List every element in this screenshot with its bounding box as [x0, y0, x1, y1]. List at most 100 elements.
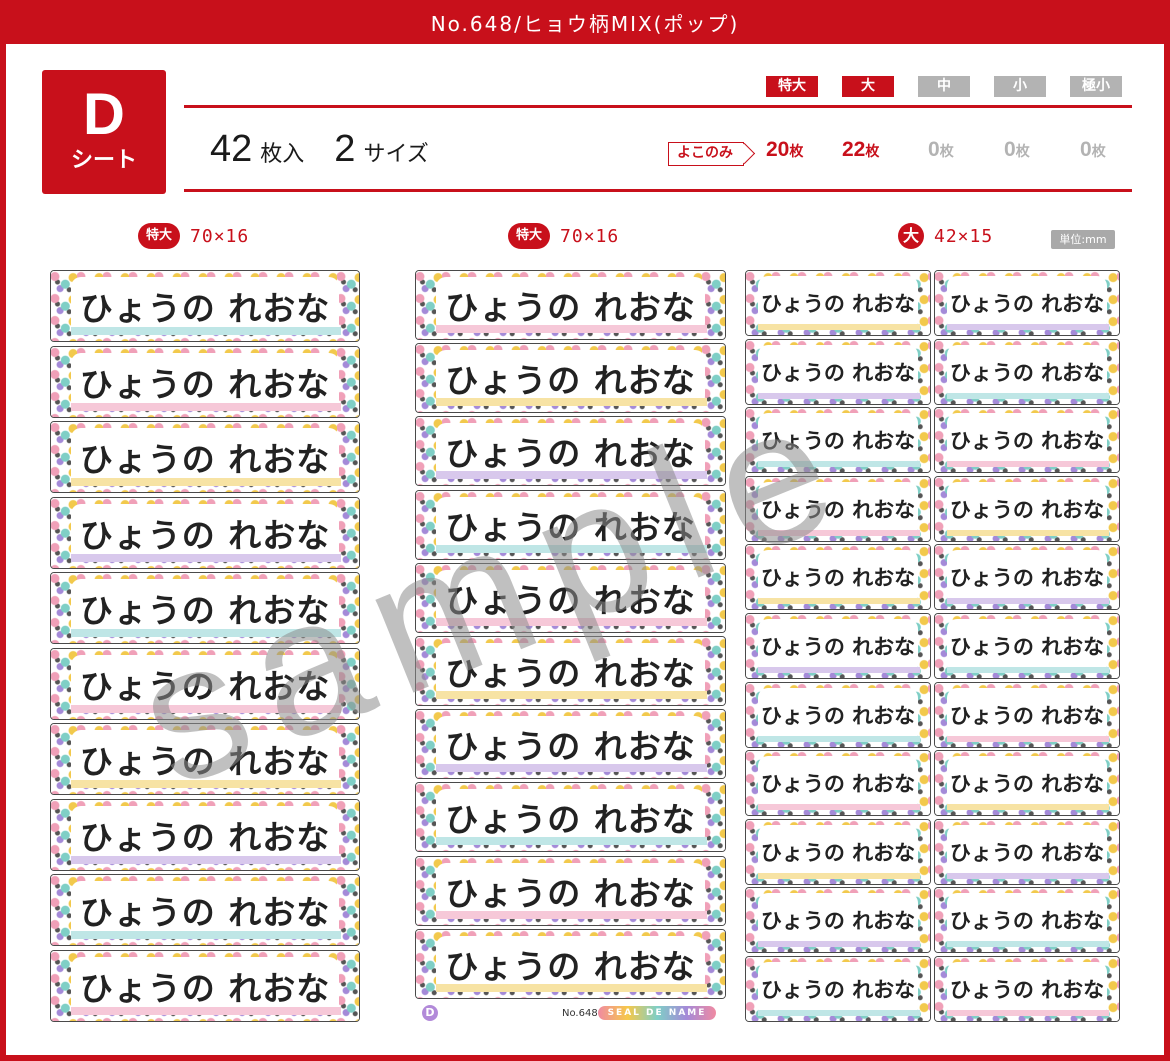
name-label: ひょうの れおな: [415, 636, 726, 706]
name-label: ひょうの れおな: [50, 874, 360, 946]
name-label: ひょうの れおな: [934, 407, 1120, 474]
divider-top: [184, 105, 1132, 108]
sheet-summary: 42 枚入 2 サイズ: [210, 128, 459, 171]
label-text: ひょうの れおな: [445, 727, 696, 767]
name-label: ひょうの れおな: [415, 562, 726, 633]
label-text: ひょうの れおな: [949, 772, 1105, 797]
name-label: ひょうの れおな: [934, 750, 1120, 817]
label-text: ひょうの れおな: [760, 566, 916, 591]
label-text: ひょうの れおな: [79, 515, 331, 555]
size-pill: 特大: [138, 223, 181, 249]
name-label: ひょうの れおな: [415, 855, 726, 926]
label-text: ひょうの れおな: [445, 507, 696, 547]
column-header-1: 特大 70×16: [138, 223, 249, 249]
name-label: ひょうの れおな: [934, 887, 1120, 954]
name-label: ひょうの れおな: [745, 818, 931, 885]
label-text: ひょうの れおな: [445, 361, 696, 401]
unit-note: 単位:mm: [1051, 230, 1115, 249]
yoko-only-tag: よこのみ: [668, 142, 744, 166]
label-text: ひょうの れおな: [949, 429, 1105, 454]
name-label: ひょうの れおな: [415, 270, 726, 340]
label-text: ひょうの れおな: [445, 288, 696, 327]
name-label: ひょうの れおな: [50, 798, 360, 871]
label-text: ひょうの れおな: [949, 292, 1105, 316]
name-label: ひょうの れおな: [934, 613, 1120, 679]
label-text: ひょうの れおな: [79, 364, 331, 404]
brand-logo: SEAL DE NAME: [598, 1006, 716, 1020]
size-dimensions: 70×16: [190, 225, 250, 247]
name-label: ひょうの れおな: [934, 681, 1120, 748]
name-label: ひょうの れおな: [50, 496, 360, 569]
name-label: ひょうの れおな: [934, 544, 1120, 611]
count-tokudai: 20枚: [766, 138, 804, 161]
label-text: ひょうの れおな: [760, 703, 916, 728]
label-text: ひょうの れおな: [949, 840, 1105, 865]
label-text: ひょうの れおな: [949, 497, 1105, 522]
name-label: ひょうの れおな: [745, 887, 931, 954]
label-text: ひょうの れおな: [445, 800, 696, 840]
label-text: ひょうの れおな: [445, 580, 696, 620]
size-tag-gokusho: 極小: [1070, 76, 1122, 97]
name-label: ひょうの れおな: [934, 818, 1120, 885]
size-count: 2: [334, 128, 356, 170]
label-text: ひょうの れおな: [760, 635, 916, 659]
size-count-unit: サイズ: [363, 141, 429, 166]
name-label: ひょうの れおな: [415, 416, 726, 487]
size-dimensions: 42×15: [934, 225, 994, 247]
name-label: ひょうの れおな: [745, 407, 931, 474]
count-dai: 22枚: [842, 138, 880, 161]
count-gokusho: 0枚: [1080, 138, 1106, 161]
count-chu: 0枚: [928, 138, 954, 161]
label-text: ひょうの れおな: [79, 666, 331, 706]
name-label: ひょうの れおな: [934, 270, 1120, 336]
name-label: ひょうの れおな: [745, 681, 931, 748]
size-pill: 特大: [508, 223, 551, 249]
sheet-label: シート: [70, 148, 137, 173]
label-text: ひょうの れおな: [949, 909, 1105, 934]
name-label: ひょうの れおな: [934, 475, 1120, 542]
label-text: ひょうの れおな: [760, 292, 916, 316]
name-label: ひょうの れおな: [415, 489, 726, 560]
label-count: 42: [210, 128, 253, 170]
label-text: ひょうの れおな: [79, 742, 331, 781]
name-label: ひょうの れおな: [745, 956, 931, 1022]
label-text: ひょうの れおな: [445, 654, 696, 693]
sheet-letter: D: [83, 82, 125, 147]
name-label: ひょうの れおな: [50, 949, 360, 1022]
footer-product-no: No.648: [562, 1008, 598, 1019]
label-text: ひょうの れおな: [79, 591, 331, 630]
label-text: ひょうの れおな: [949, 978, 1105, 1002]
name-label: ひょうの れおな: [745, 613, 931, 679]
name-label: ひょうの れおな: [745, 338, 931, 405]
size-pill: 大: [898, 223, 924, 249]
name-label: ひょうの れおな: [50, 572, 360, 644]
label-count-unit: 枚入: [260, 141, 305, 166]
name-label: ひょうの れおな: [745, 544, 931, 611]
label-text: ひょうの れおな: [79, 968, 331, 1008]
name-label: ひょうの れおな: [50, 647, 360, 720]
size-tag-chu: 中: [918, 76, 970, 97]
size-dimensions: 70×16: [560, 225, 620, 247]
label-text: ひょうの れおな: [949, 566, 1105, 591]
sheet-badge: D シート: [42, 70, 166, 194]
label-text: ひょうの れおな: [760, 909, 916, 934]
label-text: ひょうの れおな: [760, 978, 916, 1002]
name-label: ひょうの れおな: [934, 338, 1120, 405]
product-title: No.648/ヒョウ柄MIX(ポップ): [430, 11, 740, 36]
name-label: ひょうの れおな: [415, 782, 726, 853]
label-text: ひょうの れおな: [79, 440, 331, 479]
column-header-3: 大 42×15: [898, 223, 993, 249]
name-label: ひょうの れおな: [50, 270, 360, 342]
label-text: ひょうの れおな: [760, 429, 916, 454]
count-sho: 0枚: [1004, 138, 1030, 161]
product-title-bar: No.648/ヒョウ柄MIX(ポップ): [0, 0, 1170, 44]
label-text: ひょうの れおな: [445, 946, 696, 986]
name-label: ひょうの れおな: [415, 928, 726, 999]
label-text: ひょうの れおな: [760, 840, 916, 865]
name-label: ひょうの れおな: [745, 475, 931, 542]
size-tag-sho: 小: [994, 76, 1046, 97]
label-text: ひょうの れおな: [949, 360, 1105, 385]
label-text: ひょうの れおな: [760, 360, 916, 385]
size-tag-dai: 大: [842, 76, 894, 97]
size-tag-tokudai: 特大: [766, 76, 818, 97]
